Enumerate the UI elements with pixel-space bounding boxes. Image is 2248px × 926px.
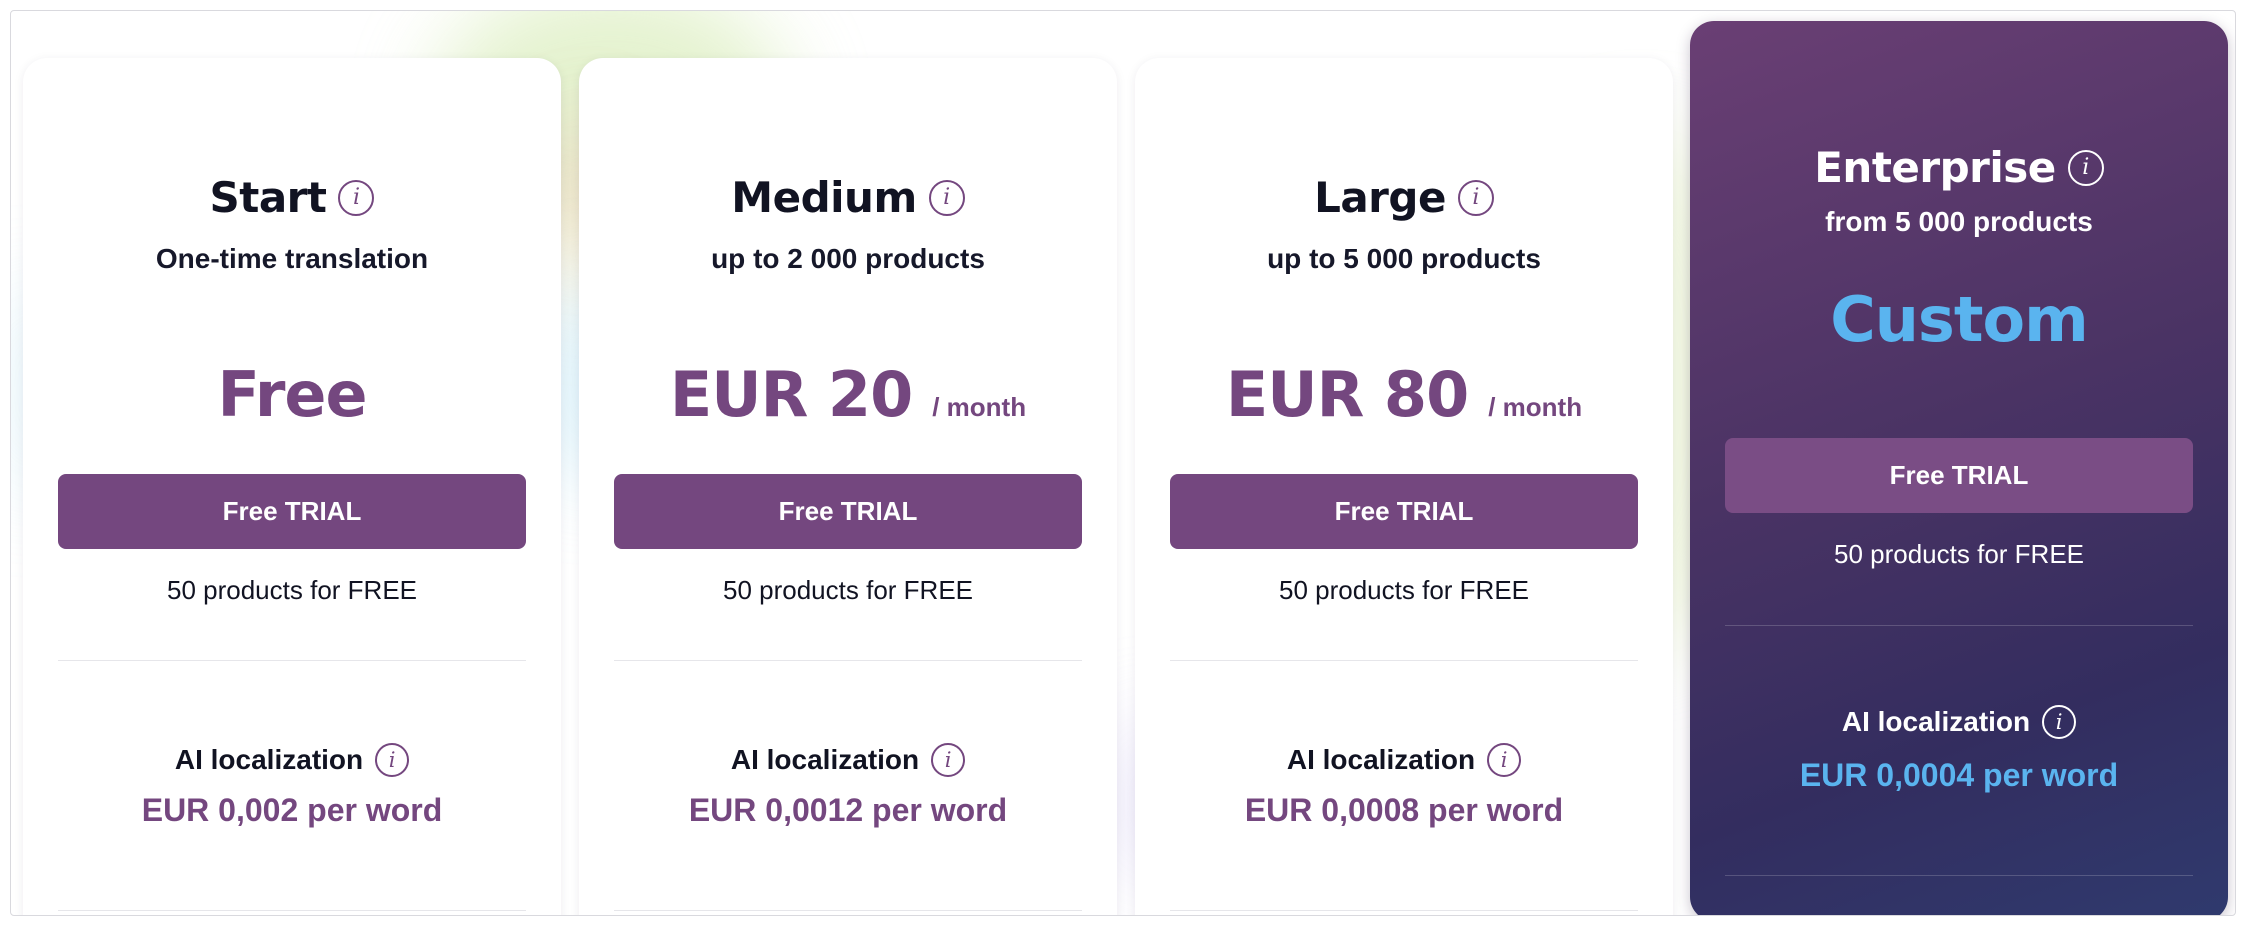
feature-price: EUR 0,002 per word (141, 792, 443, 828)
divider (1725, 875, 2193, 876)
pricing-cards: Start i One-time translation Free Free T… (11, 11, 2235, 915)
plan-card-enterprise: Enterprise i from 5 000 products Custom … (1690, 21, 2228, 915)
plan-title-row: Enterprise i (1690, 143, 2228, 192)
feature-row: AI localization i (1690, 705, 2228, 739)
free-trial-button[interactable]: Free TRIAL (614, 474, 1082, 549)
divider (1725, 625, 2193, 626)
pricing-section: Start i One-time translation Free Free T… (10, 10, 2236, 916)
info-icon[interactable]: i (2042, 705, 2077, 739)
info-icon[interactable]: i (928, 179, 965, 216)
feature-row: AI localization i (23, 743, 561, 777)
plan-subtitle: up to 2 000 products (711, 243, 985, 274)
info-icon[interactable]: i (2067, 149, 2104, 186)
plan-card-medium: Medium i up to 2 000 products EUR 20 / m… (579, 58, 1117, 915)
feature-price: EUR 0,0012 per word (688, 792, 1008, 828)
plan-title-row: Medium i (579, 173, 1117, 222)
feature-price: EUR 0,0008 per word (1244, 792, 1564, 828)
plan-title: Large (1314, 173, 1446, 222)
plan-free-note: 50 products for FREE (1279, 575, 1529, 605)
divider (614, 910, 1082, 911)
plan-price: EUR 20 (669, 358, 913, 431)
plan-free-note: 50 products for FREE (723, 575, 973, 605)
plan-title: Enterprise (1814, 143, 2056, 192)
plan-card-start: Start i One-time translation Free Free T… (23, 58, 561, 915)
price-unit: / month (1488, 392, 1583, 422)
plan-title-row: Large i (1135, 173, 1673, 222)
plan-title-row: Start i (23, 173, 561, 222)
plan-price: EUR 80 (1225, 358, 1469, 431)
divider (614, 660, 1082, 661)
plan-price-row: Custom (1690, 283, 2228, 356)
free-trial-button[interactable]: Free TRIAL (1725, 438, 2193, 513)
free-trial-button[interactable]: Free TRIAL (1170, 474, 1638, 549)
plan-subtitle: One-time translation (155, 243, 429, 274)
info-icon[interactable]: i (375, 743, 410, 777)
feature-label: AI localization (174, 744, 364, 775)
plan-price-row: EUR 80 / month (1135, 358, 1673, 431)
divider (1170, 660, 1638, 661)
feature-row: AI localization i (579, 743, 1117, 777)
feature-label: AI localization (730, 744, 920, 775)
plan-title: Medium (731, 173, 917, 222)
feature-price: EUR 0,0004 per word (1799, 757, 2119, 793)
plan-subtitle: from 5 000 products (1825, 206, 2093, 237)
divider (58, 910, 526, 911)
feature-label: AI localization (1286, 744, 1476, 775)
plan-free-note: 50 products for FREE (1834, 539, 2084, 569)
info-icon[interactable]: i (1487, 743, 1522, 777)
plan-card-large: Large i up to 5 000 products EUR 80 / mo… (1135, 58, 1673, 915)
plan-price-row: EUR 20 / month (579, 358, 1117, 431)
info-icon[interactable]: i (1457, 179, 1494, 216)
info-icon[interactable]: i (338, 179, 375, 216)
info-icon[interactable]: i (931, 743, 966, 777)
feature-row: AI localization i (1135, 743, 1673, 777)
plan-price-row: Free (23, 358, 561, 431)
feature-label: AI localization (1841, 706, 2031, 737)
plan-price: Free (217, 358, 367, 431)
plan-title: Start (209, 173, 327, 222)
price-unit: / month (932, 392, 1027, 422)
free-trial-button[interactable]: Free TRIAL (58, 474, 526, 549)
plan-price: Custom (1830, 283, 2088, 356)
divider (1170, 910, 1638, 911)
plan-subtitle: up to 5 000 products (1267, 243, 1541, 274)
divider (58, 660, 526, 661)
plan-free-note: 50 products for FREE (167, 575, 417, 605)
